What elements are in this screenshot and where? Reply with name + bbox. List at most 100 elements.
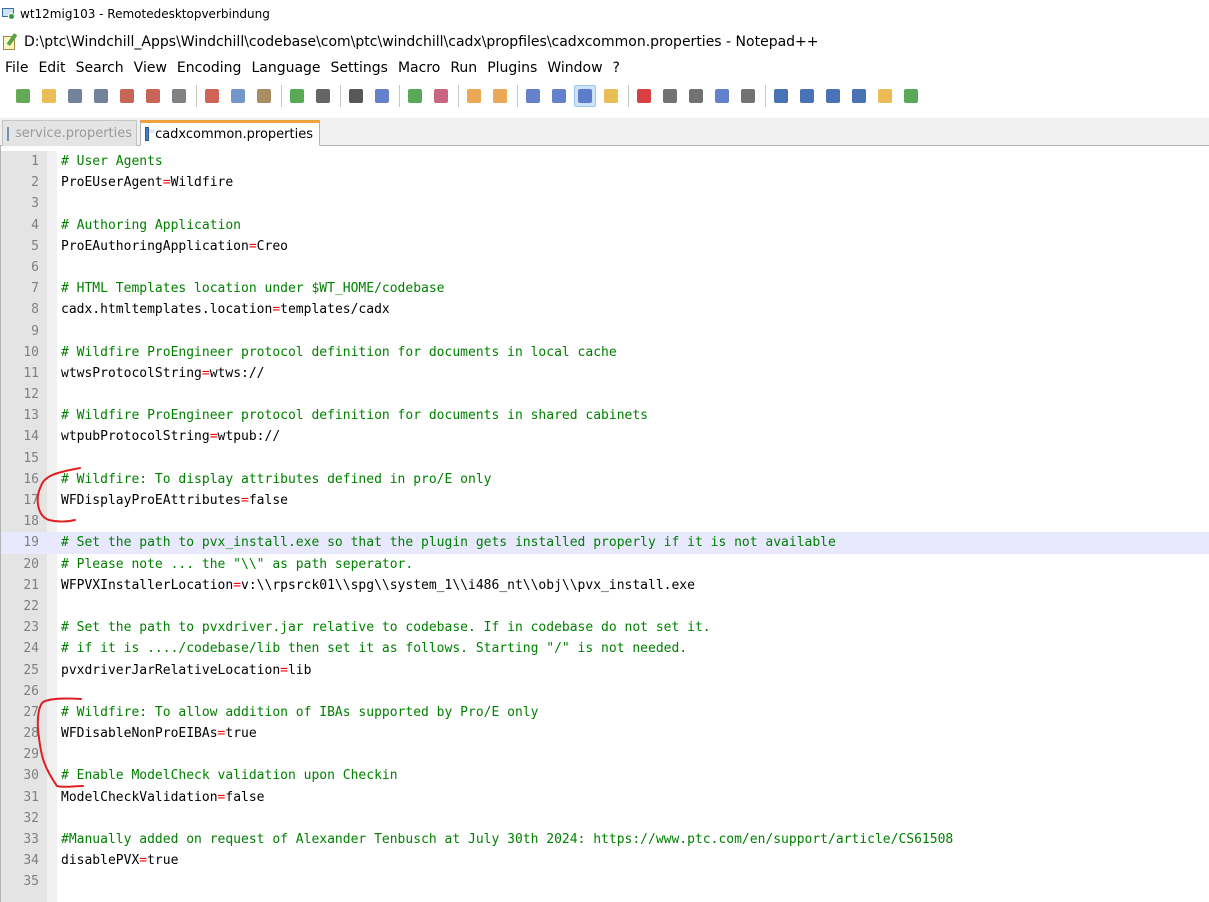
menu-search[interactable]: Search bbox=[71, 56, 129, 80]
indent-guide-button[interactable] bbox=[574, 85, 596, 107]
code-line[interactable]: 14 wtpubProtocolString=wtpub:// bbox=[1, 426, 1209, 447]
zoom-in-button[interactable] bbox=[404, 85, 426, 107]
code-line[interactable]: 23 # Set the path to pvxdriver.jar relati… bbox=[1, 617, 1209, 638]
line-content: # Set the path to pvx_install.exe so tha… bbox=[61, 532, 836, 553]
code-line[interactable]: 29 bbox=[1, 744, 1209, 765]
cut-button[interactable] bbox=[201, 85, 223, 107]
code-line[interactable]: 8 cadx.htmltemplates.location=templates/c… bbox=[1, 299, 1209, 320]
code-line[interactable]: 6 bbox=[1, 257, 1209, 278]
editor[interactable]: 1 # User Agents 2 ProEUserAgent=Wildfire 3 4 #… bbox=[0, 146, 1209, 902]
line-content: # User Agents bbox=[61, 151, 163, 172]
code-line[interactable]: 9 bbox=[1, 321, 1209, 342]
launch-browser-button[interactable] bbox=[874, 85, 896, 107]
code-line[interactable]: 26 bbox=[1, 681, 1209, 702]
previous-button[interactable] bbox=[796, 85, 818, 107]
paste-button[interactable] bbox=[253, 85, 275, 107]
show-all-chars-button[interactable] bbox=[548, 85, 570, 107]
play-macro-button[interactable] bbox=[685, 85, 707, 107]
code-line[interactable]: 1 # User Agents bbox=[1, 151, 1209, 172]
play-multiple-button[interactable] bbox=[711, 85, 733, 107]
code-line[interactable]: 24 # if it is ..../codebase/lib then set … bbox=[1, 638, 1209, 659]
line-number: 32 bbox=[23, 810, 39, 826]
code-line[interactable]: 10 # Wildfire ProEngineer protocol defini… bbox=[1, 342, 1209, 363]
sync-horizontal-button[interactable] bbox=[489, 85, 511, 107]
code-line[interactable]: 27 # Wildfire: To allow addition of IBAs … bbox=[1, 702, 1209, 723]
code-line[interactable]: 11 wtwsProtocolString=wtws:// bbox=[1, 363, 1209, 384]
spell-check-button[interactable] bbox=[900, 85, 922, 107]
line-content: wtwsProtocolString=wtws:// bbox=[61, 363, 265, 384]
property-key: cadx.htmltemplates.location bbox=[61, 302, 273, 318]
code-line[interactable]: 17 WFDisplayProEAttributes=false bbox=[1, 490, 1209, 511]
menu-help[interactable]: ? bbox=[608, 56, 625, 80]
print-button[interactable] bbox=[168, 85, 190, 107]
menu-edit[interactable]: Edit bbox=[33, 56, 70, 80]
record-macro-button[interactable] bbox=[633, 85, 655, 107]
code-line[interactable]: 21 WFPVXInstallerLocation=v:\\rpsrck01\\s… bbox=[1, 575, 1209, 596]
code-line[interactable]: 32 bbox=[1, 808, 1209, 829]
line-number: 1 bbox=[31, 154, 39, 169]
code-line[interactable]: 31 ModelCheckValidation=false bbox=[1, 787, 1209, 808]
menu-settings[interactable]: Settings bbox=[326, 56, 393, 80]
copy-button[interactable] bbox=[227, 85, 249, 107]
code-line[interactable]: 33 #Manually added on request of Alexande… bbox=[1, 829, 1209, 850]
close-button[interactable] bbox=[116, 85, 138, 107]
menu-encoding[interactable]: Encoding bbox=[172, 56, 247, 80]
sync-vertical-button[interactable] bbox=[463, 85, 485, 107]
code-line[interactable]: 3 bbox=[1, 193, 1209, 214]
code-line[interactable]: 25 pvxdriverJarRelativeLocation=lib bbox=[1, 660, 1209, 681]
menu-view[interactable]: View bbox=[129, 56, 172, 80]
code-line[interactable]: 19 # Set the path to pvx_install.exe so t… bbox=[1, 532, 1209, 554]
new-file-button[interactable] bbox=[12, 85, 34, 107]
open-file-button[interactable] bbox=[38, 85, 60, 107]
code-line[interactable]: 34 disablePVX=true bbox=[1, 850, 1209, 871]
redo-button[interactable] bbox=[312, 85, 334, 107]
save-button[interactable] bbox=[64, 85, 86, 107]
rdp-title: wt12mig103 - Remotedesktopverbindung bbox=[20, 7, 270, 21]
find-button[interactable] bbox=[345, 85, 367, 107]
zoom-out-button[interactable] bbox=[430, 85, 452, 107]
menu-run[interactable]: Run bbox=[445, 56, 482, 80]
code-line[interactable]: 13 # Wildfire ProEngineer protocol defini… bbox=[1, 405, 1209, 426]
code-line[interactable]: 22 bbox=[1, 596, 1209, 617]
menu-window[interactable]: Window bbox=[542, 56, 607, 80]
tab-label: cadxcommon.properties bbox=[155, 126, 313, 142]
menu-file[interactable]: File bbox=[0, 56, 33, 80]
replace-button[interactable] bbox=[371, 85, 393, 107]
menu-plugins[interactable]: Plugins bbox=[482, 56, 542, 80]
new-file-icon bbox=[16, 89, 30, 103]
code-line[interactable]: 20 # Please note ... the "\\" as path sep… bbox=[1, 554, 1209, 575]
menu-macro[interactable]: Macro bbox=[393, 56, 445, 80]
indent-guide-icon bbox=[578, 89, 592, 103]
stop-macro-button[interactable] bbox=[659, 85, 681, 107]
next-button[interactable] bbox=[822, 85, 844, 107]
code-line[interactable]: 30 # Enable ModelCheck validation upon Ch… bbox=[1, 765, 1209, 786]
close-all-button[interactable] bbox=[142, 85, 164, 107]
undo-button[interactable] bbox=[286, 85, 308, 107]
menu-language[interactable]: Language bbox=[246, 56, 325, 80]
code-line[interactable]: 12 bbox=[1, 384, 1209, 405]
code-line[interactable]: 18 bbox=[1, 511, 1209, 532]
save-macro-button[interactable] bbox=[737, 85, 759, 107]
code-line[interactable]: 2 ProEUserAgent=Wildfire bbox=[1, 172, 1209, 193]
code-line[interactable]: 15 bbox=[1, 448, 1209, 469]
code-line[interactable]: 7 # HTML Templates location under $WT_HOM… bbox=[1, 278, 1209, 299]
document-map-button[interactable] bbox=[600, 85, 622, 107]
code-line[interactable]: 28 WFDisableNonProEIBAs=true bbox=[1, 723, 1209, 744]
tab-service-properties[interactable]: service.properties bbox=[2, 120, 137, 146]
code-line[interactable]: 16 # Wildfire: To display attributes defi… bbox=[1, 469, 1209, 490]
code-line[interactable]: 5 ProEAuthoringApplication=Creo bbox=[1, 236, 1209, 257]
line-number: 6 bbox=[31, 259, 39, 275]
save-all-button[interactable] bbox=[90, 85, 112, 107]
window-title: D:\ptc\Windchill_Apps\Windchill\codebase… bbox=[24, 34, 819, 50]
code-line[interactable]: 4 # Authoring Application bbox=[1, 215, 1209, 236]
property-value: false bbox=[225, 789, 265, 805]
word-wrap-button[interactable] bbox=[522, 85, 544, 107]
fold-all-button[interactable] bbox=[770, 85, 792, 107]
tab-cadxcommon-properties[interactable]: cadxcommon.properties bbox=[140, 120, 320, 146]
comment-text: # Wildfire ProEngineer protocol definiti… bbox=[61, 344, 617, 360]
unfold-all-button[interactable] bbox=[848, 85, 870, 107]
line-number: 7 bbox=[31, 281, 39, 297]
code-line[interactable]: 35 bbox=[1, 871, 1209, 892]
line-number: 15 bbox=[23, 450, 39, 466]
line-number: 29 bbox=[23, 747, 39, 763]
